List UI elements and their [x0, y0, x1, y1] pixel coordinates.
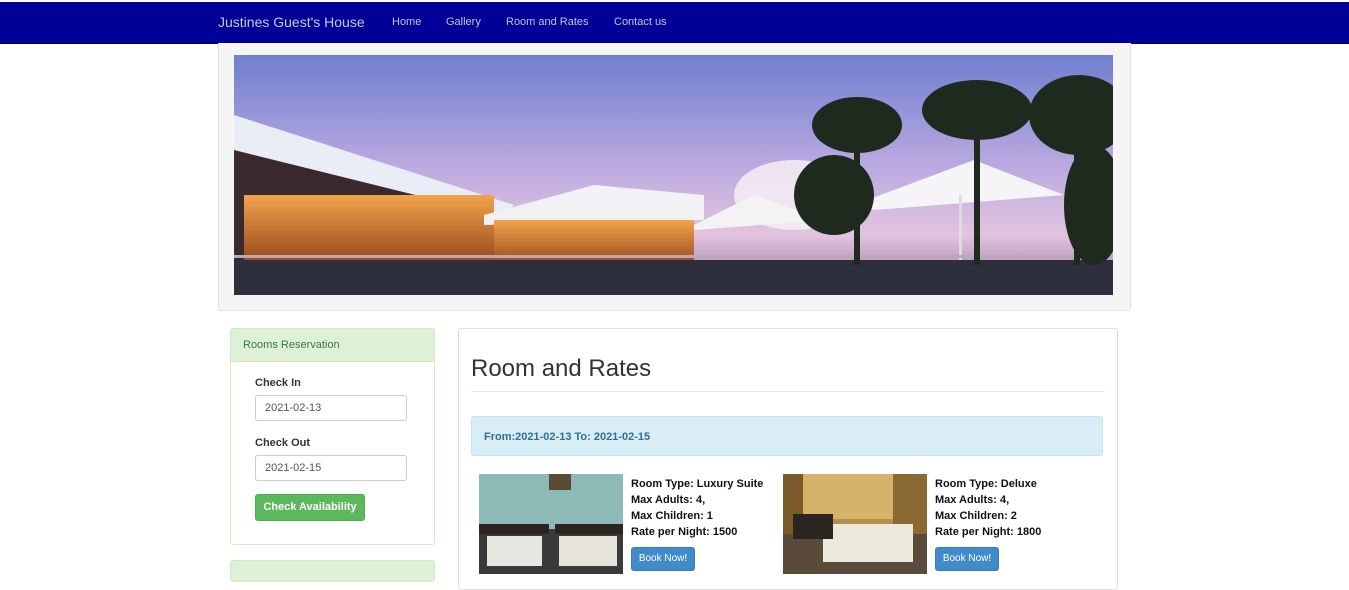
room-details: Room Type: Luxury Suite Max Adults: 4, M…	[631, 476, 763, 540]
nav-gallery[interactable]: Gallery	[446, 16, 481, 28]
room-photo	[783, 474, 927, 574]
title-divider	[471, 391, 1105, 392]
room-rate: Rate per Night: 1500	[631, 526, 738, 538]
room-card: Room Type: Luxury Suite Max Adults: 4, M…	[479, 474, 779, 584]
banner-well	[218, 43, 1131, 311]
room-photo	[479, 474, 623, 574]
room-max-children: Max Children: 2	[935, 510, 1017, 522]
room-max-children: Max Children: 1	[631, 510, 713, 522]
secondary-panel	[230, 560, 435, 582]
check-in-label: Check In	[255, 377, 301, 389]
room-rate: Rate per Night: 1800	[935, 526, 1042, 538]
brand-link[interactable]: Justines Guest's House	[218, 14, 365, 30]
check-out-label: Check Out	[255, 437, 311, 449]
room-card: Room Type: Deluxe Max Adults: 4, Max Chi…	[783, 474, 1083, 584]
date-range-alert: From:2021-02-13 To: 2021-02-15	[471, 416, 1103, 456]
rooms-panel: Room and Rates From:2021-02-13 To: 2021-…	[458, 328, 1118, 590]
nav-room-and-rates[interactable]: Room and Rates	[506, 16, 589, 28]
reservation-panel: Rooms Reservation Check In 2021-02-13 Ch…	[230, 328, 435, 545]
book-now-button[interactable]: Book Now!	[935, 547, 999, 571]
room-max-adults: Max Adults: 4,	[935, 494, 1010, 506]
nav-home[interactable]: Home	[392, 16, 421, 28]
page-title: Room and Rates	[471, 355, 652, 382]
check-out-input[interactable]: 2021-02-15	[255, 455, 407, 481]
check-availability-button[interactable]: Check Availability	[255, 494, 365, 521]
room-type: Room Type: Deluxe	[935, 478, 1037, 490]
reservation-heading: Rooms Reservation	[231, 329, 434, 362]
banner-image	[234, 55, 1113, 295]
top-navbar: Justines Guest's House Home Gallery Room…	[0, 2, 1349, 44]
room-max-adults: Max Adults: 4,	[631, 494, 706, 506]
check-in-input[interactable]: 2021-02-13	[255, 395, 407, 421]
nav-contact-us[interactable]: Contact us	[614, 16, 667, 28]
room-details: Room Type: Deluxe Max Adults: 4, Max Chi…	[935, 476, 1041, 540]
room-type: Room Type: Luxury Suite	[631, 478, 764, 490]
book-now-button[interactable]: Book Now!	[631, 547, 695, 571]
